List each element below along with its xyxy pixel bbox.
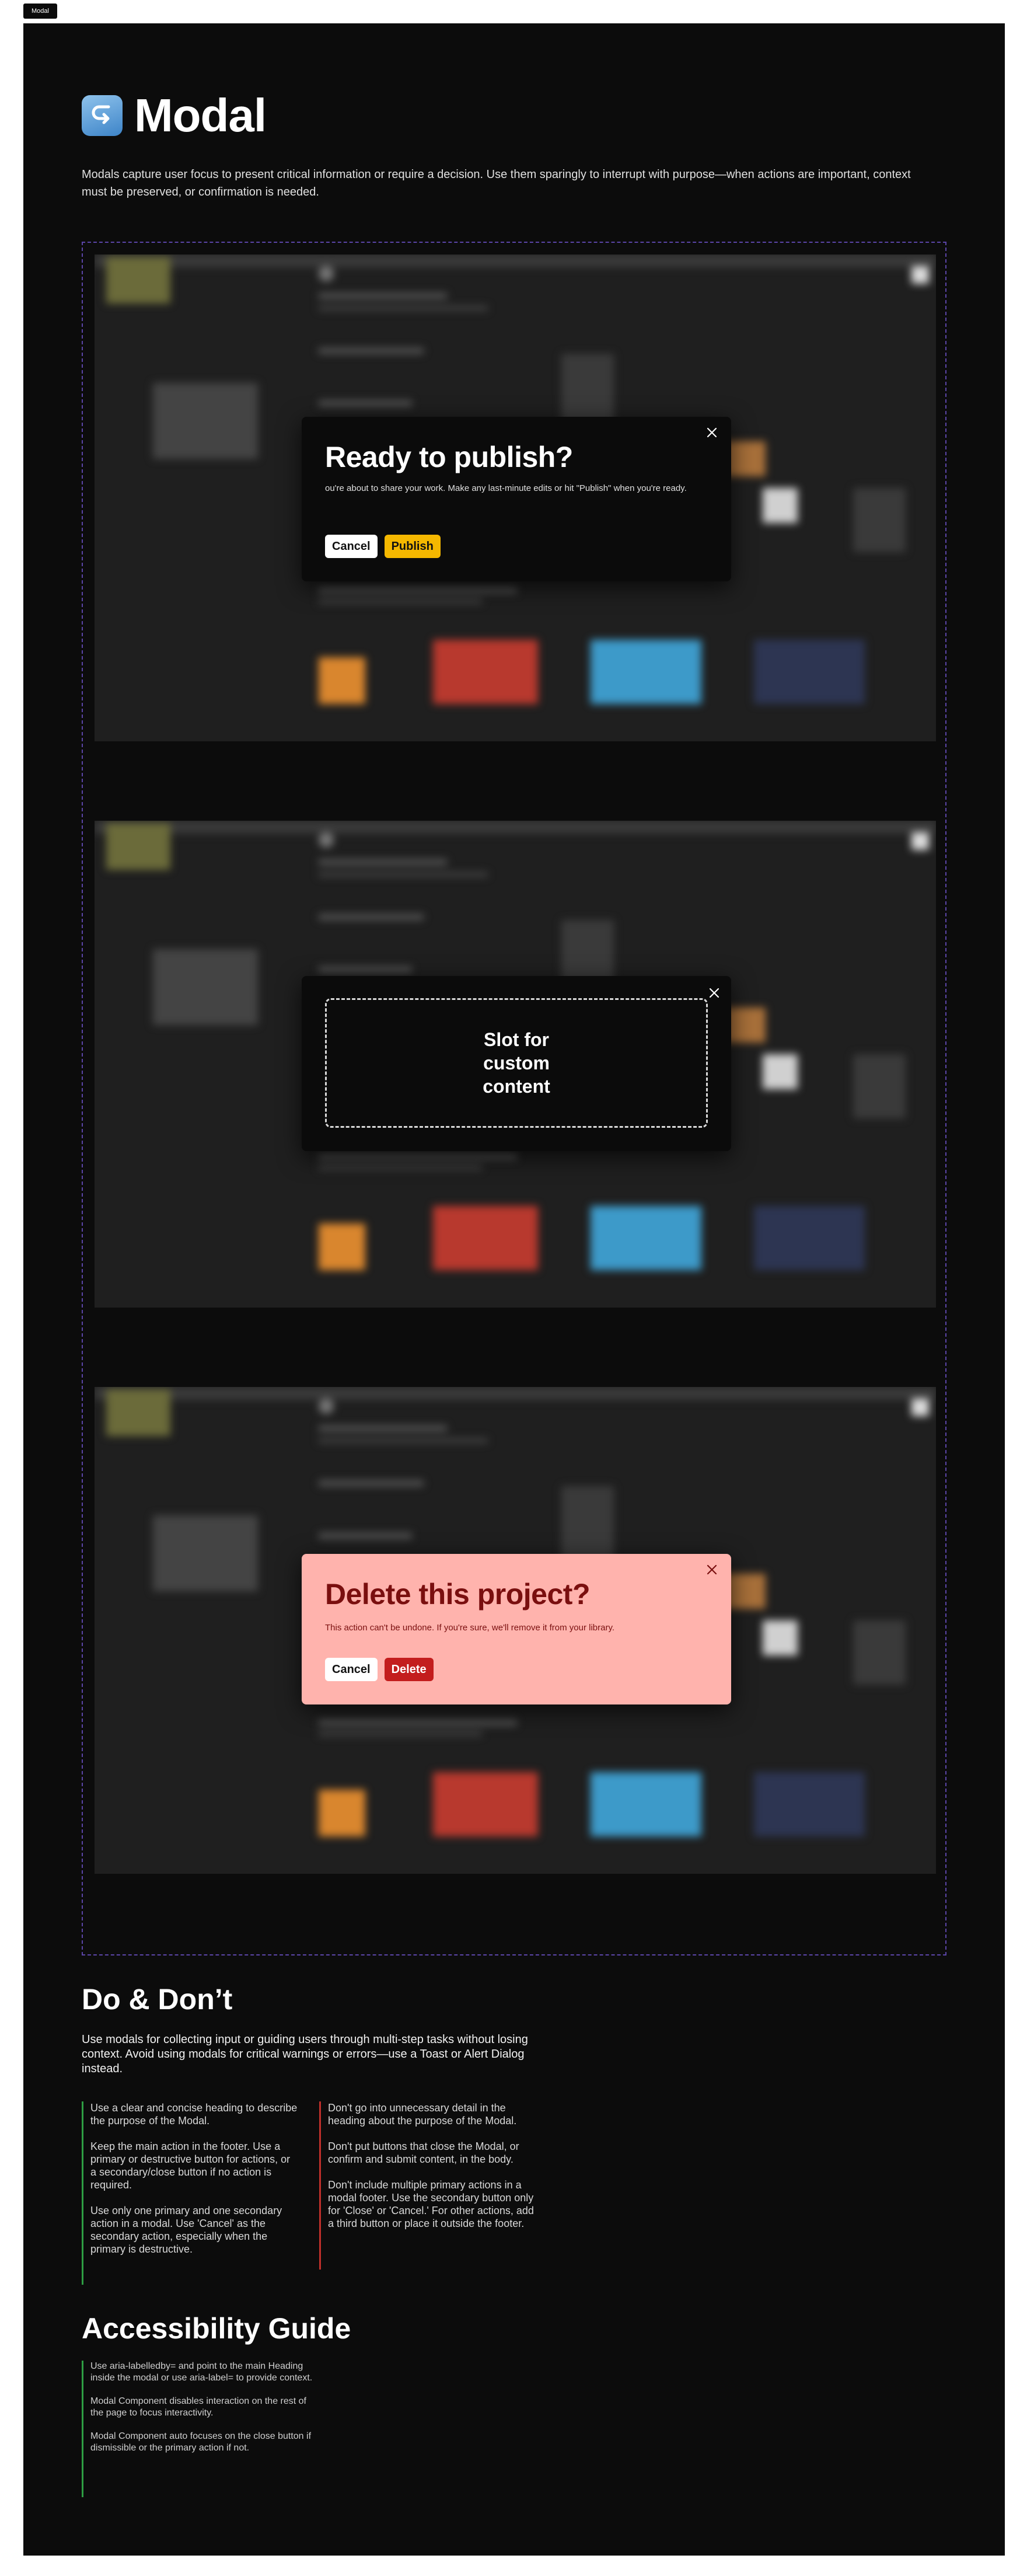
example-slot: Slot for custom content: [95, 821, 936, 1308]
title-row: Modal: [82, 89, 267, 142]
publish-modal: Ready to publish? ou're about to share y…: [302, 417, 731, 581]
delete-button[interactable]: Delete: [384, 1658, 434, 1681]
dont-item: Don't include multiple primary actions i…: [328, 2179, 534, 2229]
close-icon[interactable]: [705, 1563, 718, 1576]
modal-footer: Cancel Delete: [325, 1658, 434, 1681]
tab-modal[interactable]: Modal: [23, 4, 57, 19]
modal-message: This action can't be undone. If you're s…: [325, 1623, 615, 1633]
dont-item: Don't put buttons that close the Modal, …: [328, 2141, 519, 2165]
cancel-button[interactable]: Cancel: [325, 1658, 378, 1681]
example-publish: Ready to publish? ou're about to share y…: [95, 255, 936, 741]
dont-list: Don't go into unnecessary detail in the …: [319, 2101, 536, 2270]
delete-modal: Delete this project? This action can't b…: [302, 1554, 731, 1704]
close-icon[interactable]: [705, 426, 718, 439]
do-item: Use only one primary and one secondary a…: [90, 2205, 282, 2255]
do-item: Keep the main action in the footer. Use …: [90, 2141, 291, 2191]
do-dont-heading: Do & Don’t: [82, 1983, 233, 2016]
accessibility-item: Modal Component auto focuses on the clos…: [90, 2431, 312, 2453]
page-title: Modal: [134, 89, 267, 141]
accessibility-heading: Accessibility Guide: [82, 2312, 351, 2345]
slot-modal: Slot for custom content: [302, 976, 731, 1151]
accessibility-item: Use aria-labelledby= and point to the ma…: [90, 2361, 313, 2383]
page-intro: Modals capture user focus to present cri…: [82, 168, 911, 198]
examples-container: Ready to publish? ou're about to share y…: [82, 242, 946, 1955]
return-arrow-icon: [82, 95, 123, 136]
dont-item: Don't go into unnecessary detail in the …: [328, 2102, 517, 2127]
modal-title: Delete this project?: [325, 1578, 591, 1611]
modal-title: Ready to publish?: [325, 441, 573, 473]
accessibility-list: Use aria-labelledby= and point to the ma…: [82, 2361, 315, 2497]
slot-label: Slot for custom content: [483, 1029, 550, 1097]
example-delete: Delete this project? This action can't b…: [95, 1387, 936, 1874]
cancel-button[interactable]: Cancel: [325, 535, 378, 558]
do-list: Use a clear and concise heading to descr…: [82, 2101, 299, 2285]
publish-button[interactable]: Publish: [384, 535, 441, 558]
close-icon[interactable]: [708, 987, 721, 999]
page-frame: Modal Modals capture user focus to prese…: [23, 23, 1005, 2556]
do-dont-intro: Use modals for collecting input or guidi…: [82, 2033, 528, 2075]
do-item: Use a clear and concise heading to descr…: [90, 2102, 298, 2127]
modal-message: ou're about to share your work. Make any…: [325, 483, 687, 493]
accessibility-item: Modal Component disables interaction on …: [90, 2396, 306, 2418]
custom-content-slot: Slot for custom content: [325, 998, 708, 1128]
modal-footer: Cancel Publish: [325, 535, 441, 558]
